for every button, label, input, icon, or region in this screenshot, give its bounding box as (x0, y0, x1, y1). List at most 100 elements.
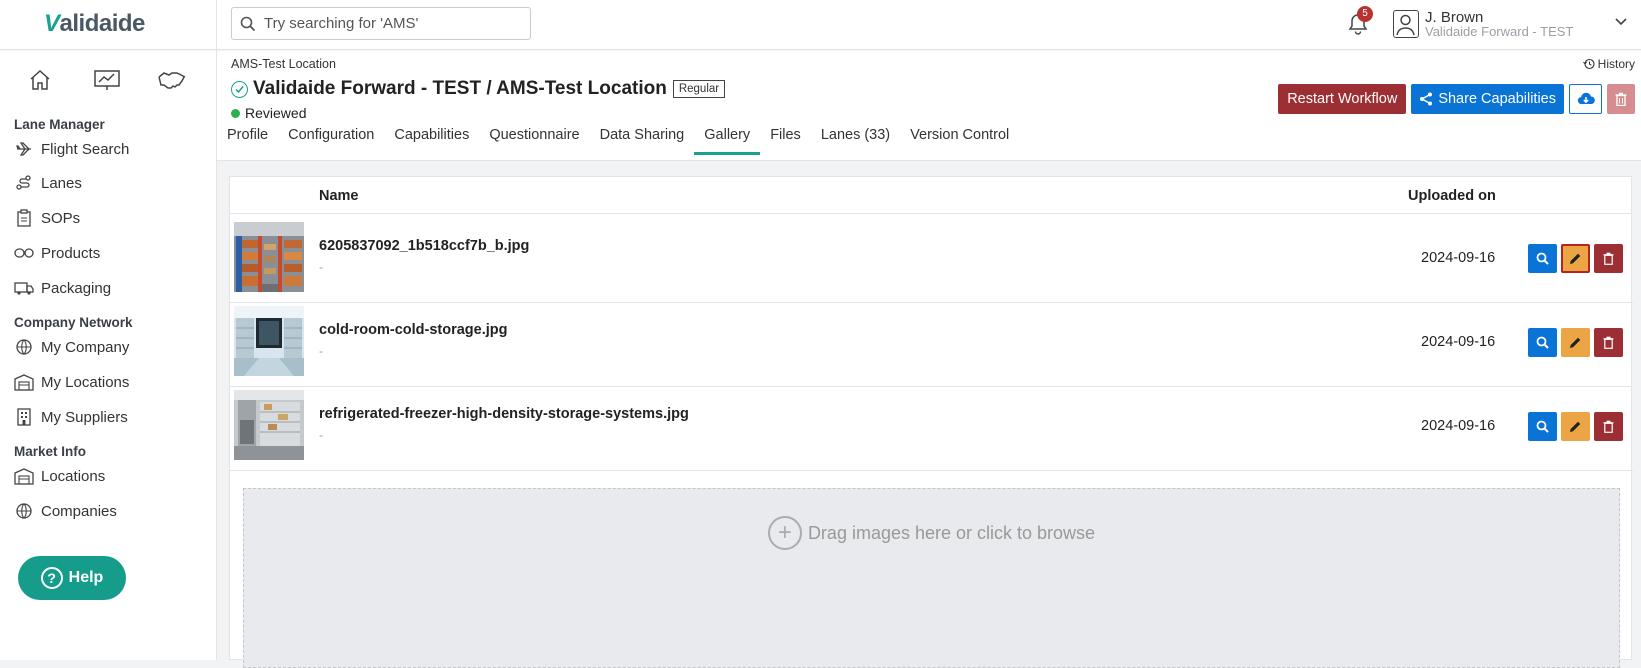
history-icon (1582, 58, 1595, 70)
home-icon[interactable] (25, 65, 55, 95)
column-header-name[interactable]: Name (319, 188, 359, 204)
user-menu[interactable]: J. Brown Validaide Forward - TEST (1393, 8, 1627, 42)
verified-check-icon (231, 80, 248, 98)
delete-image-button[interactable] (1594, 328, 1623, 357)
magnifier-icon (1536, 252, 1549, 265)
magnifier-icon (1536, 420, 1549, 433)
warehouse-icon (14, 466, 34, 486)
tab-lanes[interactable]: Lanes (33) (811, 125, 900, 155)
view-image-button[interactable] (1528, 244, 1557, 273)
notification-count-badge: 5 (1357, 6, 1373, 22)
page-header: AMS-Test Location History Validaide Forw… (217, 51, 1641, 161)
restart-workflow-button[interactable]: Restart Workflow (1278, 84, 1407, 114)
magnifier-icon (1536, 336, 1549, 349)
pencil-icon (1570, 337, 1581, 348)
validaide-logo[interactable]: Validaide (44, 10, 145, 38)
top-bar: Validaide 5 J. Brown Validaide Forward -… (0, 0, 1641, 50)
tab-version-control[interactable]: Version Control (900, 125, 1019, 155)
sidebar-item-my-company[interactable]: My Company (14, 334, 209, 360)
page-title: Validaide Forward - TEST / AMS-Test Loca… (253, 78, 667, 99)
trash-icon (1603, 336, 1614, 349)
warehouse-shelves-thumbnail[interactable] (234, 222, 304, 292)
image-dropzone[interactable]: + Drag images here or click to browse (243, 488, 1620, 668)
cloud-download-icon (1577, 92, 1595, 105)
section-title-lane-manager: Lane Manager (14, 117, 105, 132)
sidebar-item-locations[interactable]: Locations (14, 463, 209, 489)
history-link[interactable]: History (1582, 57, 1635, 71)
edit-image-button[interactable] (1561, 412, 1590, 441)
dashboard-chart-icon[interactable] (92, 65, 122, 95)
sidebar-item-packaging[interactable]: Packaging (14, 275, 209, 301)
share-icon (1420, 92, 1433, 106)
tab-questionnaire[interactable]: Questionnaire (479, 125, 589, 155)
warehouse-icon (14, 372, 34, 392)
edit-image-button[interactable] (1561, 328, 1590, 357)
help-button[interactable]: ? Help (18, 556, 126, 600)
pencil-icon (1570, 253, 1581, 264)
tab-files[interactable]: Files (760, 125, 811, 155)
status-dot-icon (231, 108, 240, 118)
sidebar: Lane Manager Flight Search Lanes SOPs Pr… (0, 51, 216, 660)
pills-icon (14, 243, 34, 263)
edit-image-button[interactable] (1561, 244, 1590, 273)
trash-icon (1603, 252, 1614, 265)
column-header-uploaded-on[interactable]: Uploaded on (1408, 188, 1496, 204)
sidebar-item-sops[interactable]: SOPs (14, 205, 209, 231)
upload-date: 2024-09-16 (1421, 250, 1496, 266)
upload-date: 2024-09-16 (1421, 334, 1496, 350)
table-row: cold-room-cold-storage.jpg - 2024-09-16 (230, 299, 1633, 387)
global-search[interactable] (231, 7, 531, 40)
question-icon: ? (40, 567, 63, 589)
sidebar-item-flight-search[interactable]: Flight Search (14, 136, 209, 162)
file-description: - (319, 428, 323, 442)
file-description: - (319, 260, 323, 274)
freezer-storage-thumbnail[interactable] (234, 390, 304, 460)
avatar (1393, 10, 1419, 38)
cloud-download-button[interactable] (1569, 84, 1602, 114)
sidebar-item-my-locations[interactable]: My Locations (14, 369, 209, 395)
globe-icon (14, 337, 34, 357)
table-row: refrigerated-freezer-high-density-storag… (230, 383, 1633, 471)
pencil-icon (1570, 421, 1581, 432)
sidebar-item-companies[interactable]: Companies (14, 498, 209, 524)
file-name: 6205837092_1b518ccf7b_b.jpg (319, 238, 530, 254)
chevron-down-icon[interactable] (1615, 18, 1627, 26)
search-icon (240, 16, 256, 31)
location-type-tag: Regular (672, 80, 726, 98)
gallery-table: Name Uploaded on 6205837092_1b518ccf7b_b… (229, 176, 1633, 668)
delete-image-button[interactable] (1594, 244, 1623, 273)
dropzone-label: Drag images here or click to browse (807, 522, 1096, 543)
sidebar-item-lanes[interactable]: Lanes (14, 170, 209, 196)
file-description: - (319, 344, 323, 358)
view-image-button[interactable] (1528, 412, 1557, 441)
table-row: 6205837092_1b518ccf7b_b.jpg - 2024-09-16 (230, 215, 1633, 303)
search-input[interactable] (264, 15, 514, 32)
handshake-icon[interactable] (157, 65, 187, 95)
trash-icon (1615, 92, 1627, 106)
table-header: Name Uploaded on (230, 177, 1633, 214)
cold-room-thumbnail[interactable] (234, 306, 304, 376)
delete-image-button[interactable] (1594, 412, 1623, 441)
sidebar-item-my-suppliers[interactable]: My Suppliers (14, 404, 209, 430)
share-capabilities-button[interactable]: Share Capabilities (1411, 84, 1564, 114)
upload-date: 2024-09-16 (1421, 418, 1496, 434)
tab-configuration[interactable]: Configuration (278, 125, 384, 155)
section-title-market-info: Market Info (14, 444, 87, 459)
user-organization: Validaide Forward - TEST (1425, 24, 1574, 39)
delete-location-button[interactable] (1607, 84, 1635, 114)
tab-profile[interactable]: Profile (217, 125, 278, 155)
trash-icon (1603, 420, 1614, 433)
file-name: refrigerated-freezer-high-density-storag… (319, 406, 689, 422)
tab-gallery[interactable]: Gallery (694, 125, 761, 155)
breadcrumb[interactable]: AMS-Test Location (231, 57, 336, 71)
clipboard-icon (14, 208, 34, 228)
truck-box-icon (14, 278, 34, 298)
plus-circle-icon: + (767, 516, 802, 550)
airplane-icon (14, 139, 34, 159)
tab-capabilities[interactable]: Capabilities (384, 125, 479, 155)
tab-data-sharing[interactable]: Data Sharing (590, 125, 695, 155)
sidebar-item-products[interactable]: Products (14, 240, 209, 266)
globe-icon (14, 501, 34, 521)
section-title-company-network: Company Network (14, 315, 133, 330)
view-image-button[interactable] (1528, 328, 1557, 357)
